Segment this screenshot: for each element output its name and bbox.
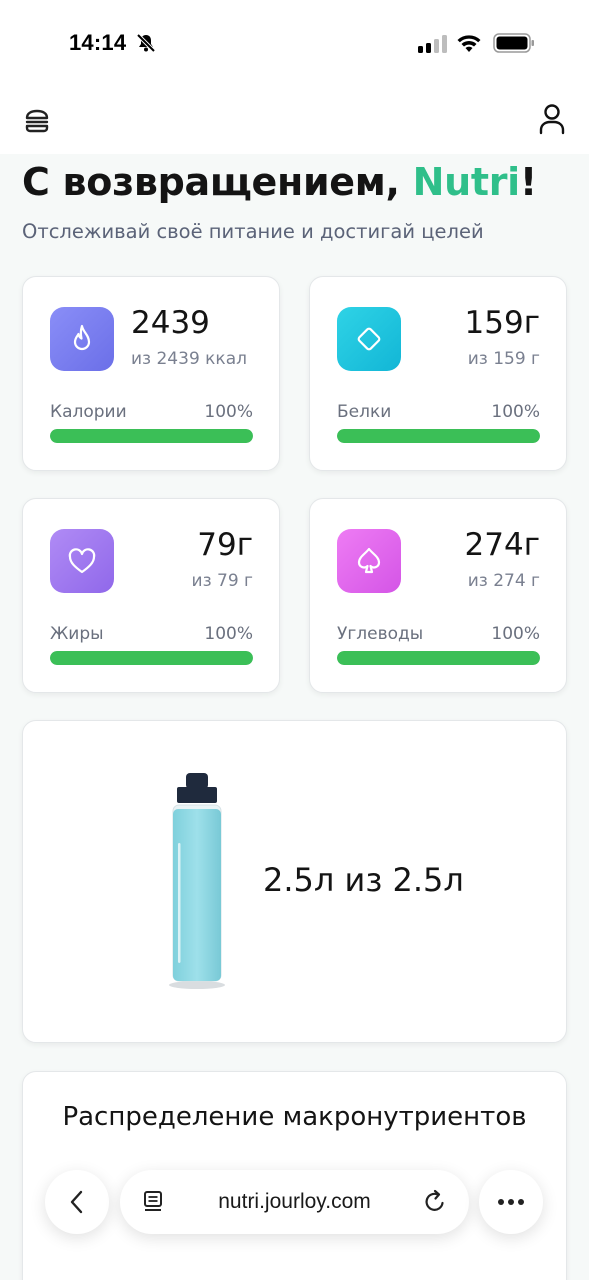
back-button[interactable] — [45, 1170, 109, 1234]
calories-label: Калории — [50, 402, 127, 422]
more-dots-icon — [498, 1199, 524, 1205]
fats-card[interactable]: 79г из 79 г Жиры 100% — [22, 498, 280, 693]
menu-icon[interactable] — [24, 108, 50, 134]
calories-goal: из 2439 ккал — [131, 349, 247, 369]
carbs-goal: из 274 г — [467, 571, 540, 591]
carbs-value: 274г — [464, 527, 540, 563]
user-name: Nutri — [412, 160, 521, 204]
protein-progress-fill — [337, 429, 540, 443]
carbs-card[interactable]: 274г из 274 г Углеводы 100% — [309, 498, 567, 693]
protein-progress-bar — [337, 429, 540, 443]
wifi-icon — [457, 35, 481, 52]
carbs-percent: 100% — [491, 624, 540, 644]
fats-label: Жиры — [50, 624, 104, 644]
calories-card[interactable]: 2439 из 2439 ккал Калории 100% — [22, 276, 280, 471]
flame-icon — [50, 307, 114, 371]
water-card[interactable]: 2.5л из 2.5л — [22, 720, 567, 1043]
protein-goal: из 159 г — [467, 349, 540, 369]
diamond-icon — [337, 307, 401, 371]
status-time: 14:14 — [69, 30, 127, 55]
carbs-progress-fill — [337, 651, 540, 665]
protein-percent: 100% — [491, 402, 540, 422]
fats-progress-bar — [50, 651, 253, 665]
fats-value: 79г — [197, 527, 253, 563]
protein-card[interactable]: 159г из 159 г Белки 100% — [309, 276, 567, 471]
fats-goal: из 79 г — [191, 571, 253, 591]
water-amount: 2.5л из 2.5л — [263, 861, 464, 899]
user-profile-icon[interactable] — [538, 103, 566, 135]
bell-off-icon — [136, 33, 156, 53]
chevron-left-icon — [70, 1190, 83, 1214]
calories-percent: 100% — [204, 402, 253, 422]
macro-distribution-title: Распределение макронутриентов — [62, 1102, 527, 1132]
carbs-progress-bar — [337, 651, 540, 665]
browser-toolbar: nutri.jourloy.com — [0, 1170, 589, 1234]
dashboard: С возвращением, Nutri! Отслеживай своё п… — [0, 154, 589, 1280]
fats-percent: 100% — [204, 624, 253, 644]
app-header — [0, 88, 589, 154]
calories-progress-fill — [50, 429, 253, 443]
spade-icon — [337, 529, 401, 593]
cellular-signal-icon — [418, 35, 447, 53]
carbs-label: Углеводы — [337, 624, 424, 644]
address-bar[interactable]: nutri.jourloy.com — [120, 1170, 469, 1234]
page-title: С возвращением, Nutri! — [22, 160, 537, 204]
protein-value: 159г — [464, 305, 540, 341]
calories-progress-bar — [50, 429, 253, 443]
status-bar: 14:14 — [0, 0, 589, 88]
reload-icon[interactable] — [423, 1189, 447, 1215]
url-text: nutri.jourloy.com — [218, 1190, 371, 1213]
calories-value: 2439 — [131, 305, 210, 341]
protein-label: Белки — [337, 402, 392, 422]
heart-icon — [50, 529, 114, 593]
page-subtitle: Отслеживай своё питание и достигай целей — [22, 220, 484, 243]
water-bottle-icon — [169, 773, 225, 989]
battery-icon — [493, 33, 534, 53]
fats-progress-fill — [50, 651, 253, 665]
more-options-button[interactable] — [479, 1170, 543, 1234]
